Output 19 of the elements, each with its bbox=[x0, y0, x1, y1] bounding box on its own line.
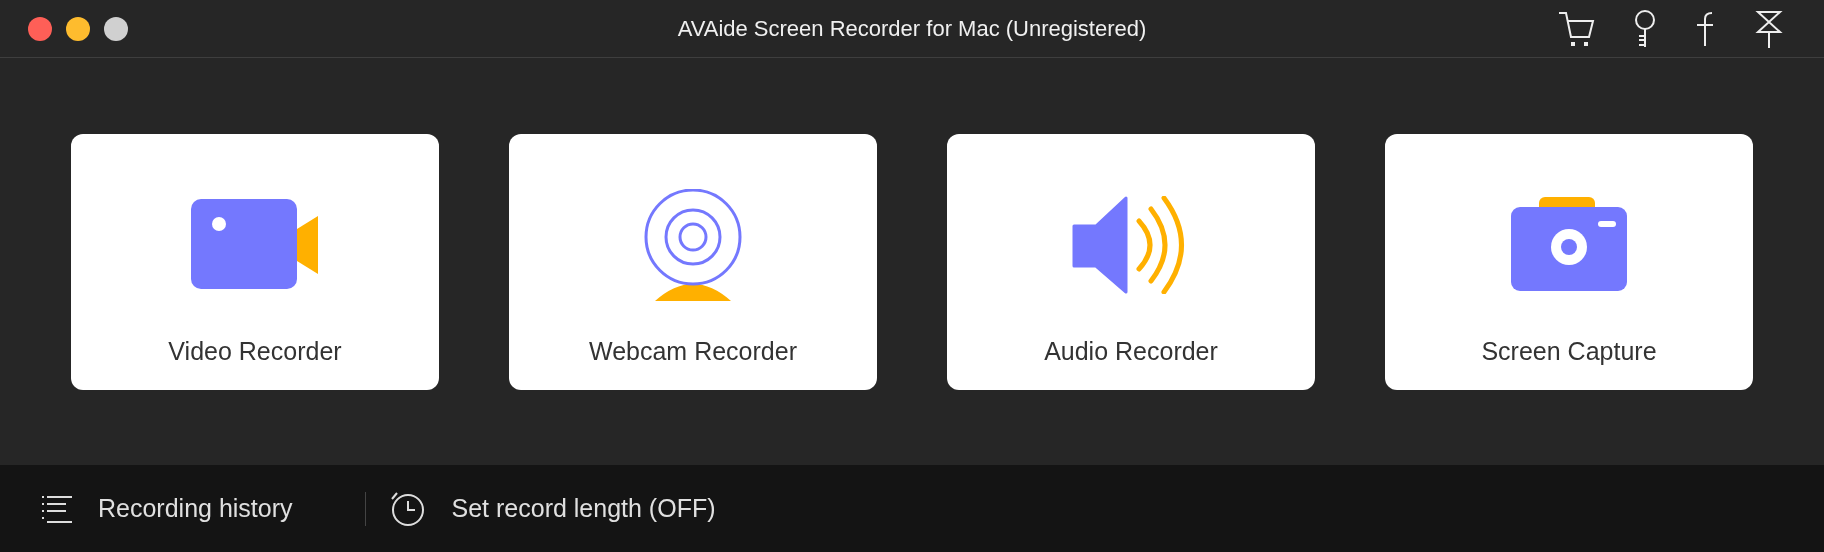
recorder-card[interactable]: Audio Recorder bbox=[947, 133, 1315, 390]
cart-icon[interactable] bbox=[1558, 10, 1596, 47]
recorder-card[interactable]: Webcam Recorder bbox=[509, 133, 877, 390]
key-icon[interactable] bbox=[1634, 9, 1656, 48]
timer-icon bbox=[389, 490, 426, 527]
window-title: AVAide Screen Recorder for Mac (Unregistered) bbox=[677, 15, 1147, 41]
facebook-icon[interactable] bbox=[1694, 10, 1716, 47]
zoom-button[interactable] bbox=[104, 16, 128, 41]
recorder-card[interactable]: Video Recorder bbox=[71, 133, 439, 390]
record-length-button[interactable]: Set record length (OFF) bbox=[389, 490, 716, 527]
recording-history-button[interactable]: Recording history bbox=[42, 494, 293, 523]
camera-icon bbox=[1509, 197, 1629, 293]
close-button[interactable] bbox=[28, 16, 52, 41]
list-icon bbox=[42, 494, 72, 523]
video-camera-icon bbox=[191, 199, 319, 291]
minimize-button[interactable] bbox=[66, 16, 90, 41]
recorder-card[interactable]: Screen Capture bbox=[1385, 133, 1753, 390]
webcam-icon bbox=[643, 189, 743, 301]
pin-icon[interactable] bbox=[1754, 9, 1784, 48]
